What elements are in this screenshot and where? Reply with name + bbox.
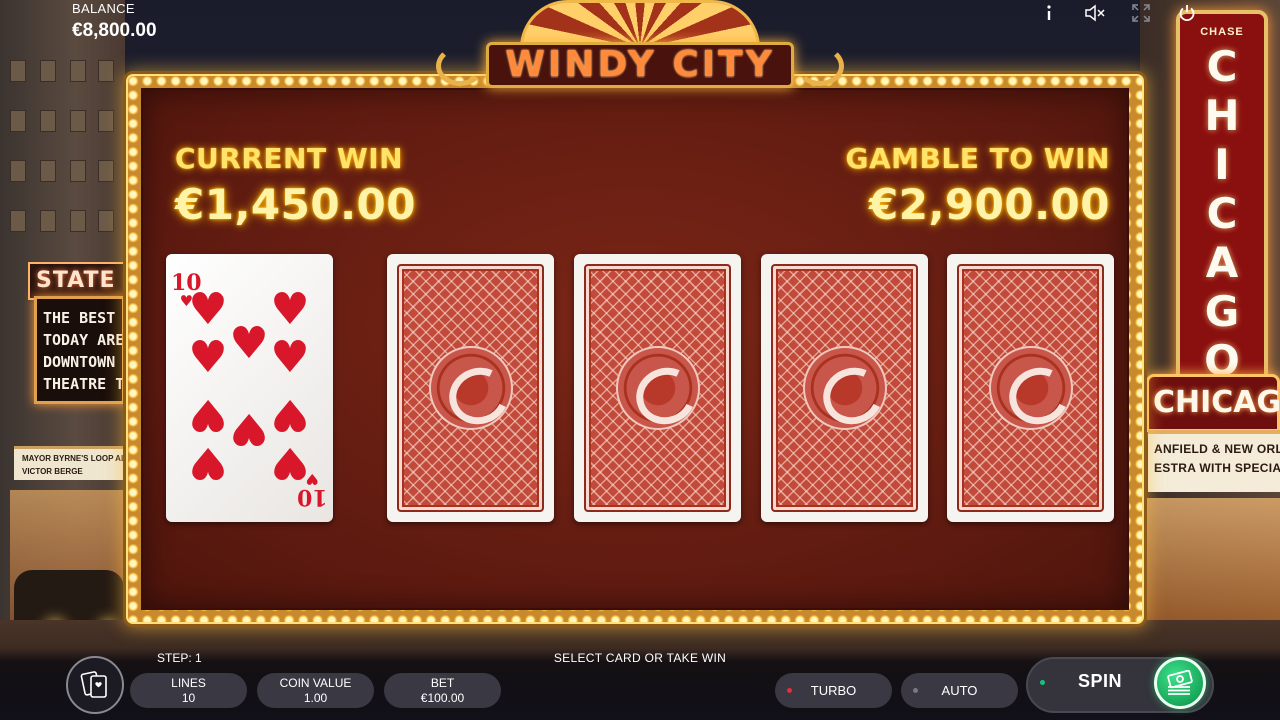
auto-toggle[interactable]: AUTO: [901, 673, 1018, 708]
turbo-indicator-dot: [787, 688, 792, 693]
card-back-pattern: [397, 264, 544, 512]
face-down-card-2[interactable]: [574, 254, 741, 522]
heart-pip-icon: ♥: [188, 332, 228, 383]
card-rank: 10: [297, 484, 328, 510]
game-title: WINDY CITY: [505, 44, 775, 85]
chase-label: CHASE: [1200, 26, 1244, 38]
face-down-card-1[interactable]: [387, 254, 554, 522]
heart-pip-icon: ♥: [188, 389, 228, 440]
turbo-label: TURBO: [810, 683, 857, 698]
bet-selector[interactable]: BET €100.00: [384, 673, 501, 708]
collect-money-button[interactable]: [1154, 657, 1206, 709]
card-back-emblem-icon: [802, 346, 887, 430]
gamble-to-win-value: €2,900.00: [869, 180, 1110, 229]
balance-label: BALANCE: [72, 1, 135, 16]
card-back-emblem-icon: [615, 346, 700, 430]
card-back-pattern: [957, 264, 1104, 512]
card-back-pattern: [771, 264, 918, 512]
lines-label: LINES: [171, 676, 206, 690]
chicago-vertical-letters: C H I C A G O: [1196, 42, 1248, 392]
money-stack-icon: [1167, 670, 1193, 695]
card-back-pattern: [584, 264, 731, 512]
right-lobby: [1146, 498, 1280, 620]
fullscreen-icon[interactable]: [1118, 0, 1164, 26]
heart-pip-icon: ♥: [270, 437, 310, 488]
lines-selector[interactable]: LINES 10: [130, 673, 247, 708]
marquee-line: ESTRA WITH SPECIAL GUESTS: [1154, 461, 1280, 475]
coin-value-value: 1.00: [303, 691, 328, 705]
strip-line: MAYOR BYRNE'S LOOP ALI: [22, 454, 125, 463]
marquee-line: THE BEST: [43, 309, 116, 327]
right-theatre-marquee: ANFIELD & NEW ORLEANS JAZZ ESTRA WITH SP…: [1148, 430, 1280, 492]
title-scroll-right: [796, 46, 844, 86]
left-strip-sign: MAYOR BYRNE'S LOOP ALI VICTOR BERGE: [14, 446, 125, 480]
hud-toolbar: [1026, 0, 1210, 26]
coin-value-selector[interactable]: COIN VALUE 1.00: [257, 673, 374, 708]
coin-value-label: COIN VALUE: [279, 676, 352, 690]
sign-letter: C: [1206, 42, 1238, 91]
card-back-emblem-icon: [428, 346, 513, 430]
face-down-card-4[interactable]: [947, 254, 1114, 522]
card-back-emblem-icon: [988, 346, 1073, 430]
current-win-label: CURRENT WIN: [175, 142, 404, 175]
sign-letter: H: [1204, 91, 1240, 140]
heart-pip-icon: ♥: [229, 318, 269, 369]
dealer-card: 10 ♥ 10 ♥ ♥ ♥ ♥ ♥ ♥ ♥ ♥ ♥ ♥ ♥: [166, 254, 333, 522]
lines-value: 10: [181, 691, 196, 705]
marquee-line: TODAY ARE: [43, 331, 125, 349]
auto-indicator-dot: [913, 688, 918, 693]
power-icon[interactable]: [1164, 0, 1210, 26]
gamble-to-win-label: GAMBLE TO WIN: [845, 142, 1110, 175]
balance-value: €8,800.00: [72, 20, 157, 41]
marquee-line: THEATRE T: [43, 375, 125, 393]
face-down-card-3[interactable]: [761, 254, 928, 522]
heart-pip-icon: ♥: [188, 284, 228, 335]
left-theatre-marquee: THE BEST TODAY ARE DOWNTOWN THEATRE T: [34, 296, 125, 404]
sign-letter: G: [1204, 287, 1240, 336]
playing-cards-icon: [80, 671, 107, 698]
sound-muted-icon[interactable]: [1072, 0, 1118, 26]
heart-pip-icon: ♥: [270, 332, 310, 383]
current-win-value: €1,450.00: [175, 180, 416, 229]
heart-pip-icon: ♥: [229, 403, 269, 454]
sign-letter: A: [1205, 238, 1239, 287]
sign-letter: I: [1214, 140, 1230, 189]
bet-label: BET: [430, 676, 455, 690]
turbo-toggle[interactable]: TURBO: [775, 673, 892, 708]
chicago-horizontal-sign: CHICAGO: [1146, 374, 1280, 432]
gamble-cards-button[interactable]: [66, 656, 124, 714]
sign-letter: C: [1206, 189, 1238, 238]
title-fan-ornament: [520, 0, 760, 48]
spin-label: SPIN: [1078, 671, 1123, 691]
auto-label: AUTO: [941, 683, 978, 698]
bet-value: €100.00: [420, 691, 465, 705]
heart-pip-icon: ♥: [188, 437, 228, 488]
spin-indicator-dot: [1040, 680, 1045, 685]
marquee-line: DOWNTOWN: [43, 353, 116, 371]
info-icon[interactable]: [1026, 0, 1072, 26]
strip-line: VICTOR BERGE: [22, 467, 83, 476]
heart-pip-icon: ♥: [270, 284, 310, 335]
state-lake-sign: STATE L: [28, 262, 125, 300]
marquee-line: ANFIELD & NEW ORLEANS JAZZ: [1154, 442, 1280, 456]
title-scroll-left: [436, 46, 484, 86]
heart-pip-icon: ♥: [270, 389, 310, 440]
chicago-horizontal-text: CHICAGO: [1153, 385, 1280, 420]
